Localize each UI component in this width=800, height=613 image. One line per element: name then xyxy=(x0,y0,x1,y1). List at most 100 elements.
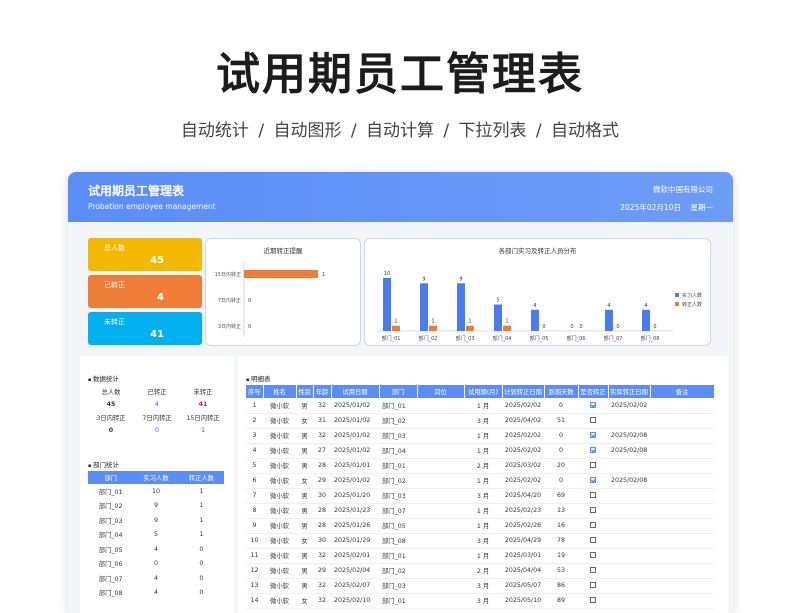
table-cell[interactable] xyxy=(417,503,464,519)
table-row: 1 微小软男 32 2025/01/02 部门_01 1 月 2025/02/02 0 2025… xyxy=(246,398,714,414)
detail-header: 序号 xyxy=(246,385,264,398)
confirmed-checkbox[interactable] xyxy=(590,477,596,483)
table-cell: 男 xyxy=(296,578,313,594)
remark-cell[interactable] xyxy=(650,458,714,474)
table-cell[interactable] xyxy=(417,548,464,564)
table-cell: 28 xyxy=(313,518,331,534)
actual-date-cell[interactable] xyxy=(608,488,650,504)
actual-date-cell[interactable] xyxy=(608,578,650,594)
table-cell: 53 xyxy=(544,563,578,579)
table-cell[interactable] xyxy=(417,413,464,429)
confirmed-checkbox[interactable] xyxy=(590,401,596,408)
table-cell: 32 xyxy=(313,593,331,609)
remark-cell[interactable] xyxy=(650,548,714,564)
table-cell[interactable] xyxy=(417,398,464,414)
table-cell: 2025/01/26 xyxy=(331,518,379,534)
table-cell: 7 xyxy=(246,488,263,504)
table-cell: 3 月 xyxy=(464,413,502,429)
table-cell: 2025/02/02 xyxy=(502,428,544,444)
reminder-value-label: 0 xyxy=(248,298,251,304)
table-cell[interactable] xyxy=(417,563,464,579)
confirmed-cell xyxy=(578,413,608,429)
actual-date-cell[interactable]: 2025/02/08 xyxy=(608,443,650,459)
table-cell: 2025/01/02 xyxy=(331,473,379,489)
table-cell: 部门_03 xyxy=(379,428,417,444)
table-row: 2 微小软女 31 2025/01/02 部门_02 3 月 2025/04/02 51 xyxy=(246,413,714,429)
actual-date-cell[interactable] xyxy=(608,533,650,549)
remark-cell[interactable] xyxy=(650,443,714,459)
stats-table: 总人数 已转正 未转正 45 4 41 3日内转正 7日内转正 15日内转正 0… xyxy=(88,385,226,437)
remark-cell[interactable] xyxy=(650,488,714,504)
remark-cell[interactable] xyxy=(650,473,714,489)
remark-cell[interactable] xyxy=(650,413,714,429)
table-cell[interactable] xyxy=(417,488,464,504)
actual-date-cell[interactable] xyxy=(608,593,650,609)
table-cell[interactable] xyxy=(417,458,464,474)
table-cell: 部门_05 xyxy=(379,518,417,534)
table-cell: 男 xyxy=(296,458,313,474)
dept-cell: 部门_07 xyxy=(98,575,123,583)
actual-date-cell[interactable] xyxy=(608,563,650,579)
dept-cell: 0 xyxy=(199,545,204,553)
dept-cell: 10 xyxy=(151,487,160,495)
bar-value-label: 0 xyxy=(579,324,582,330)
dept-cell: 5 xyxy=(153,531,158,539)
remark-cell[interactable] xyxy=(650,593,714,609)
remark-cell[interactable] xyxy=(650,503,714,519)
confirmed-checkbox[interactable] xyxy=(590,462,596,468)
confirmed-checkbox[interactable] xyxy=(590,417,596,423)
confirmed-checkbox[interactable] xyxy=(590,597,596,603)
actual-date-cell[interactable] xyxy=(608,413,650,429)
actual-date-cell[interactable]: 2025/02/08 xyxy=(608,428,650,444)
actual-date-cell[interactable]: 2025/02/08 xyxy=(608,473,650,489)
remark-cell[interactable] xyxy=(650,428,714,444)
table-cell: 0 xyxy=(544,428,578,444)
dept-cell: 0 xyxy=(199,560,204,568)
table-cell[interactable] xyxy=(417,443,464,459)
table-cell: 69 xyxy=(544,488,578,504)
actual-date-cell[interactable] xyxy=(608,518,650,534)
remark-cell[interactable] xyxy=(650,563,714,579)
confirmed-checkbox[interactable] xyxy=(590,492,596,498)
table-cell: 男 xyxy=(296,503,313,519)
table-cell[interactable] xyxy=(417,533,464,549)
intern-bar xyxy=(494,304,502,331)
stat-label: 7日内转正 xyxy=(142,415,172,422)
dept-cell: 部门_06 xyxy=(98,561,123,569)
bar-value-label: 0 xyxy=(570,324,573,330)
confirmed-checkbox[interactable] xyxy=(590,582,596,588)
table-cell[interactable] xyxy=(417,428,464,444)
actual-date-cell[interactable] xyxy=(608,548,650,564)
remark-cell[interactable] xyxy=(650,398,714,414)
dept-cell: 4 xyxy=(153,545,158,553)
confirmed-checkbox[interactable] xyxy=(590,552,596,558)
table-cell[interactable] xyxy=(417,578,464,594)
table-cell: 29 xyxy=(313,473,331,489)
dept-chart: 101部门_0191部门_0291部门_0351部门_0440部门_050 0部门… xyxy=(377,271,702,342)
table-cell[interactable] xyxy=(417,473,464,489)
dept-cell: 1 xyxy=(199,487,204,495)
table-cell: 部门_01 xyxy=(379,398,417,414)
confirmed-checkbox[interactable] xyxy=(590,432,596,438)
kpi-total: 总人数 45 xyxy=(88,238,202,271)
actual-date-cell[interactable]: 2025/02/02 xyxy=(608,398,650,414)
table-row: 12 微小软男 29 2025/02/04 部门_02 2 月 2025/04/04 53 xyxy=(246,563,714,579)
actual-date-cell[interactable] xyxy=(608,458,650,474)
actual-date-cell[interactable] xyxy=(608,503,650,519)
table-cell[interactable] xyxy=(417,593,464,609)
dept-cell: 1 xyxy=(199,516,204,524)
confirmed-checkbox[interactable] xyxy=(590,537,596,543)
remark-cell[interactable] xyxy=(650,578,714,594)
dashboard-card: 试用期员工管理表 Probation employee management 微… xyxy=(68,172,733,613)
stat-label: 未转正 xyxy=(193,389,213,396)
confirmed-checkbox[interactable] xyxy=(590,522,596,528)
remark-cell[interactable] xyxy=(650,533,714,549)
remark-cell[interactable] xyxy=(650,518,714,534)
table-cell: 女 xyxy=(296,473,313,489)
confirmed-checkbox[interactable] xyxy=(590,567,596,573)
confirmed-checkbox[interactable] xyxy=(590,447,596,453)
table-cell[interactable] xyxy=(417,518,464,534)
confirmed-cell xyxy=(578,563,608,579)
table-cell: 32 xyxy=(313,578,331,594)
confirmed-checkbox[interactable] xyxy=(590,507,596,513)
